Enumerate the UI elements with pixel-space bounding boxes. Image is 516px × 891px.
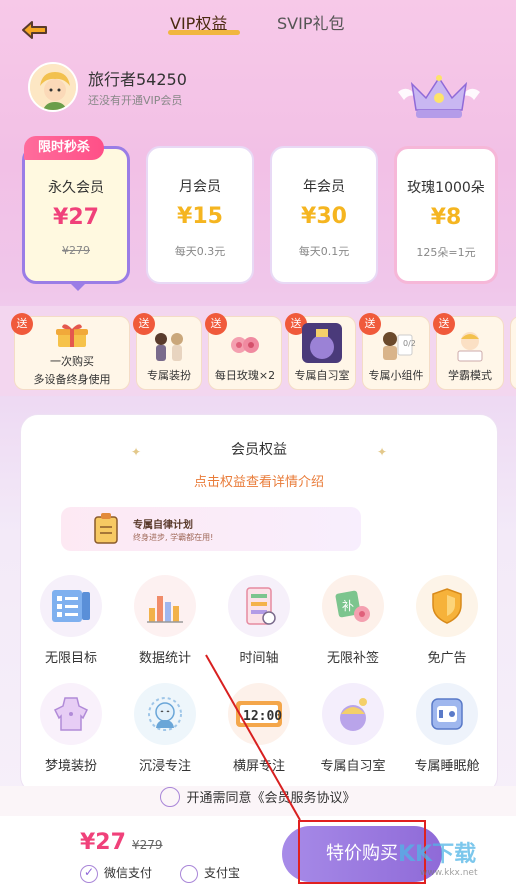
annotation-arrow <box>205 654 301 821</box>
watermark-url: www.kkx.net <box>420 868 478 878</box>
watermark-logo: KK下载 <box>398 842 477 867</box>
